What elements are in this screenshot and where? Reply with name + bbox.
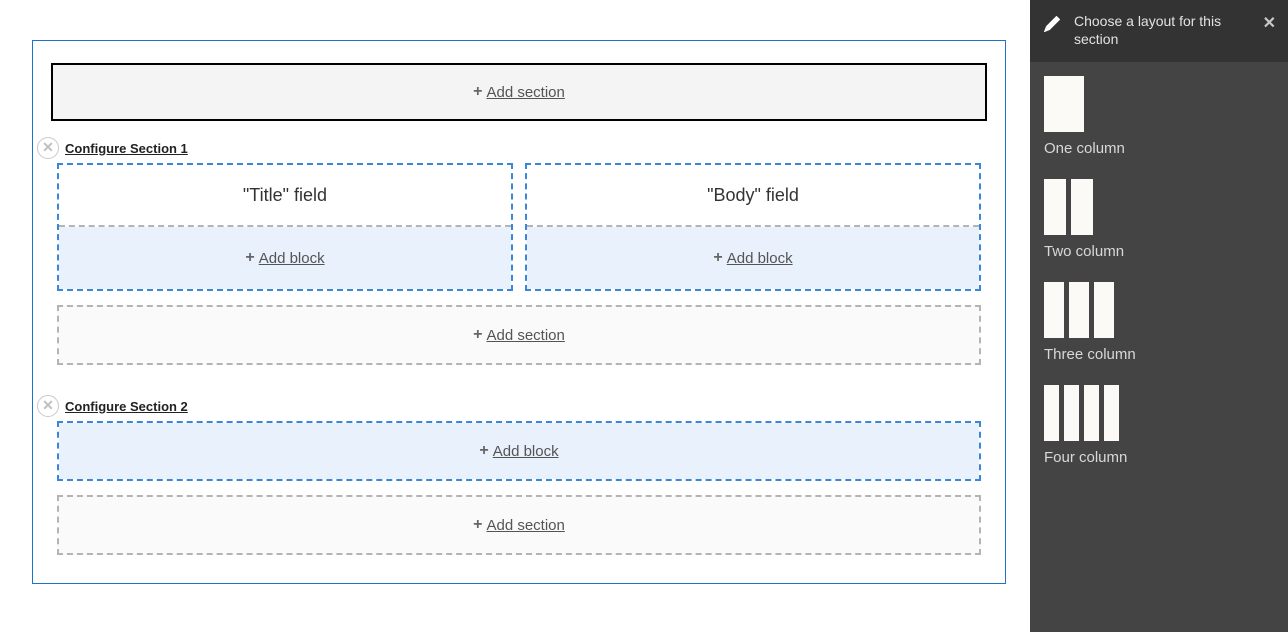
section-2-columns: + Add block (57, 421, 981, 481)
plus-icon: + (245, 249, 254, 267)
layout-options-list: One column Two column Three column Four … (1030, 62, 1288, 502)
section-1-column-2: "Body" field + Add block (525, 163, 981, 291)
four-column-thumb (1044, 385, 1274, 441)
add-section-after-1[interactable]: + Add section (57, 305, 981, 365)
section-2-header: ✕ Configure Section 2 (37, 395, 987, 417)
three-column-thumb (1044, 282, 1274, 338)
add-block-s2-c1[interactable]: + Add block (59, 423, 979, 479)
canvas-outline: + Add section ✕ Configure Section 1 "Tit… (32, 40, 1006, 584)
add-section-link: Add section (486, 517, 564, 534)
remove-section-2-button[interactable]: ✕ (37, 395, 59, 417)
add-block-link: Add block (727, 250, 793, 267)
add-block-link: Add block (259, 250, 325, 267)
add-section-top[interactable]: + Add section (51, 63, 987, 121)
section-1-columns: "Title" field + Add block "Body" field +… (57, 163, 981, 291)
pencil-icon (1044, 16, 1060, 32)
plus-icon: + (473, 83, 482, 101)
panel-header: Choose a layout for this section ✕ (1030, 0, 1288, 62)
layout-label: One column (1044, 140, 1274, 157)
layout-chooser-panel: Choose a layout for this section ✕ One c… (1030, 0, 1288, 632)
title-field-block[interactable]: "Title" field (59, 165, 511, 227)
configure-section-2-link[interactable]: Configure Section 2 (65, 399, 188, 414)
plus-icon: + (473, 326, 482, 344)
add-section-after-2[interactable]: + Add section (57, 495, 981, 555)
plus-icon: + (473, 516, 482, 534)
body-field-block[interactable]: "Body" field (527, 165, 979, 227)
add-block-s1-c2[interactable]: + Add block (527, 227, 979, 289)
plus-icon: + (713, 249, 722, 267)
layout-label: Four column (1044, 449, 1274, 466)
layout-option-one-column[interactable]: One column (1044, 76, 1274, 157)
two-column-thumb (1044, 179, 1274, 235)
section-1-column-1: "Title" field + Add block (57, 163, 513, 291)
layout-option-two-column[interactable]: Two column (1044, 179, 1274, 260)
add-block-link: Add block (493, 443, 559, 460)
add-block-s1-c1[interactable]: + Add block (59, 227, 511, 289)
plus-icon: + (479, 442, 488, 460)
layout-option-three-column[interactable]: Three column (1044, 282, 1274, 363)
configure-section-1-link[interactable]: Configure Section 1 (65, 141, 188, 156)
layout-label: Three column (1044, 346, 1274, 363)
layout-label: Two column (1044, 243, 1274, 260)
layout-builder-canvas: + Add section ✕ Configure Section 1 "Tit… (0, 0, 1030, 632)
close-icon[interactable]: ✕ (1263, 14, 1276, 35)
section-1-header: ✕ Configure Section 1 (37, 137, 987, 159)
panel-title: Choose a layout for this section (1074, 13, 1221, 47)
section-2-column-1: + Add block (57, 421, 981, 481)
layout-option-four-column[interactable]: Four column (1044, 385, 1274, 466)
add-section-link: Add section (486, 84, 564, 101)
remove-section-1-button[interactable]: ✕ (37, 137, 59, 159)
add-section-link: Add section (486, 327, 564, 344)
one-column-thumb (1044, 76, 1274, 132)
